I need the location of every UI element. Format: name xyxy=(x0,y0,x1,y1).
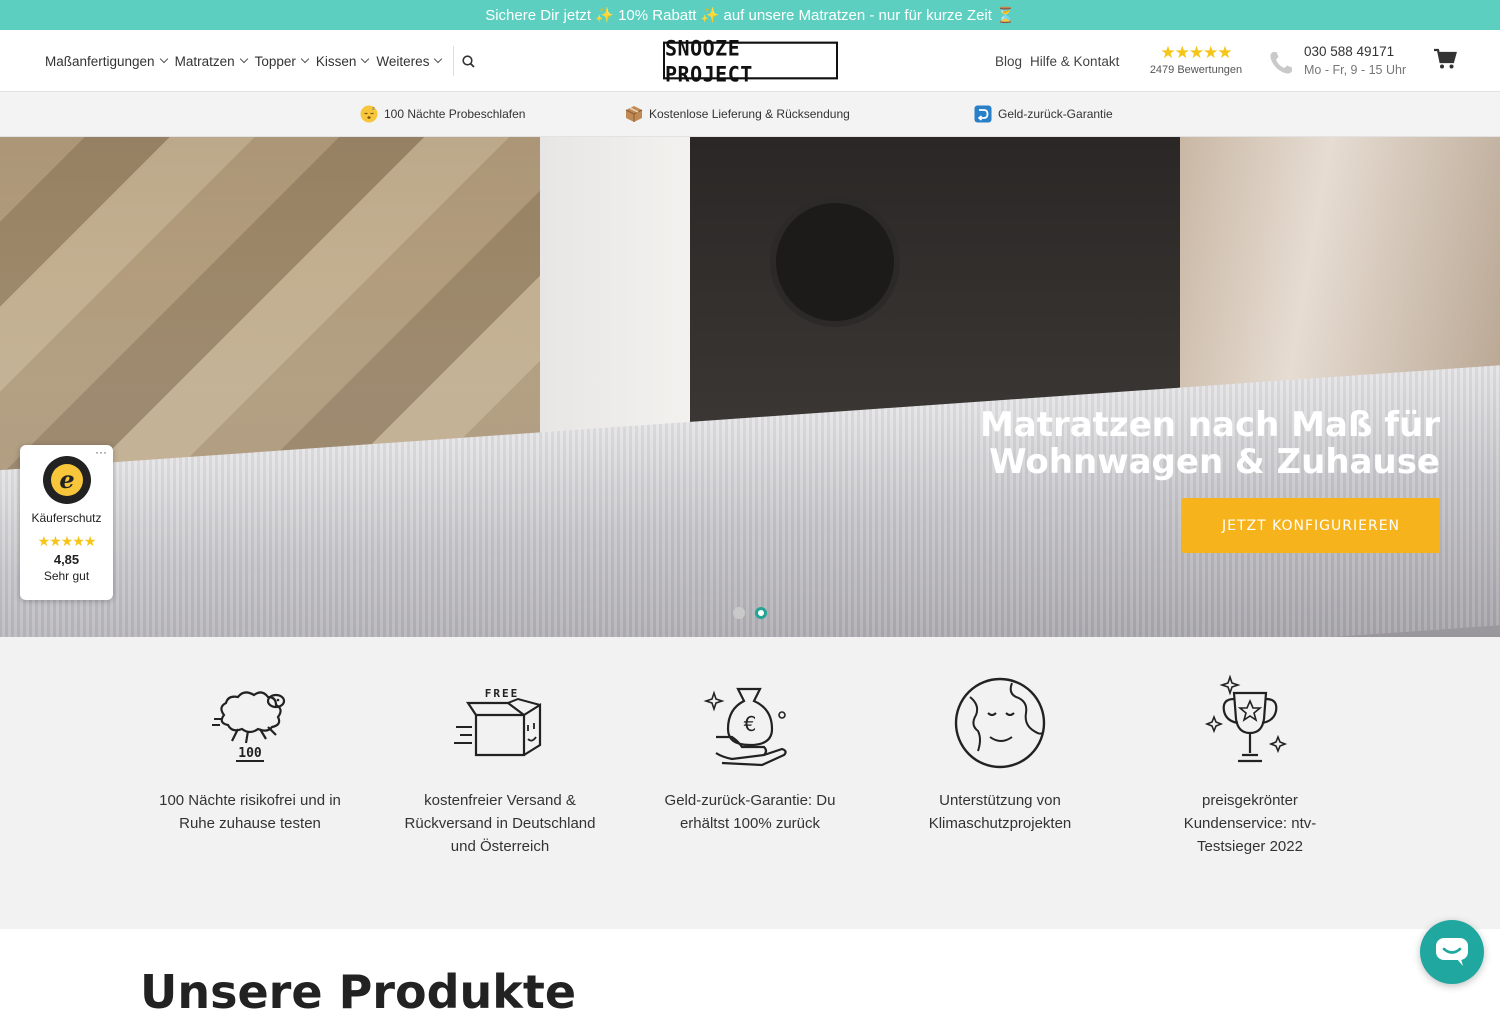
phone-hours: Mo - Fr, 9 - 15 Uhr xyxy=(1304,63,1407,77)
svg-text:€: € xyxy=(744,712,757,736)
header-links: Blog Hilfe & Kontakt xyxy=(995,30,1127,92)
badge-stars: ★★★★★ xyxy=(37,533,97,549)
badge-score: 4,85 xyxy=(53,552,80,567)
phone-icon xyxy=(1268,50,1294,76)
free-box-icon: FREE xyxy=(454,687,542,757)
usp-label: Kostenlose Lieferung & Rücksendung xyxy=(649,107,850,121)
hero-slider[interactable]: Matratzen nach Maß für Wohnwagen & Zuhau… xyxy=(0,137,1500,637)
nav-divider xyxy=(453,46,455,76)
chevron-down-icon xyxy=(159,54,168,64)
configure-button-label: JETZT KONFIGURIEREN xyxy=(1221,517,1401,534)
package-icon xyxy=(625,105,643,123)
feature-text: Geld-zurück-Garantie: Du erhältst 100% z… xyxy=(664,792,836,832)
usp-bar: z 100 Nächte Probeschlafen Kostenlose Li… xyxy=(0,92,1500,137)
configure-button[interactable]: JETZT KONFIGURIEREN xyxy=(1182,498,1440,553)
nav-label: Topper xyxy=(254,53,296,69)
rating-stars: ★★★★★ xyxy=(1160,43,1232,63)
money-back-icon xyxy=(974,105,992,123)
svg-text:z: z xyxy=(372,106,375,112)
search-icon[interactable] xyxy=(460,53,476,69)
help-contact-link[interactable]: Hilfe & Kontakt xyxy=(1030,54,1119,69)
hero-title-line1: Matratzen nach Maß für xyxy=(979,405,1440,445)
feature-item: Unterstützung von Klimaschutzprojekten xyxy=(900,675,1100,835)
products-heading: Unsere Produkte xyxy=(140,965,577,1019)
phone-number: 030 588 49171 xyxy=(1304,44,1395,59)
feature-item: € Geld-zurück-Garantie: Du erhältst 100%… xyxy=(650,675,850,835)
nav-item-weiteres[interactable]: Weiteres xyxy=(376,53,443,69)
trusted-shops-seal-icon: e xyxy=(42,455,92,505)
feature-text: preisgekrönter Kundenservice: ntv-Testsi… xyxy=(1183,792,1317,855)
feature-item: FREE kostenfreier Versand & Rückversand … xyxy=(400,675,600,858)
chat-button[interactable] xyxy=(1420,920,1484,984)
nav-item-matratzen[interactable]: Matratzen xyxy=(174,53,248,69)
usp-item: Geld-zurück-Garantie xyxy=(974,105,1113,123)
chevron-down-icon xyxy=(239,54,248,64)
promo-bar[interactable]: Sichere Dir jetzt ✨ 10% Rabatt ✨ auf uns… xyxy=(0,0,1500,30)
badge-label: Käuferschutz xyxy=(31,511,102,525)
slider-dot-2[interactable] xyxy=(755,607,767,619)
nav-label: Matratzen xyxy=(174,53,235,69)
feature-text: kostenfreier Versand & Rückversand in De… xyxy=(404,792,596,855)
svg-text:e: e xyxy=(59,465,74,494)
site-logo[interactable]: SNOOZE PROJECT xyxy=(663,35,838,86)
cart-icon[interactable] xyxy=(1433,48,1457,70)
nav-label: Weiteres xyxy=(376,53,430,69)
usp-label: 100 Nächte Probeschlafen xyxy=(384,107,526,121)
hero-image-vent xyxy=(770,197,900,327)
usp-item: z 100 Nächte Probeschlafen xyxy=(360,105,525,123)
features-section: 100 100 Nächte risikofrei und in Ruhe zu… xyxy=(0,637,1500,929)
feature-text: Unterstützung von Klimaschutzprojekten xyxy=(928,792,1072,832)
globe-icon xyxy=(954,677,1046,769)
nav-item-topper[interactable]: Topper xyxy=(254,53,310,69)
feature-item: 100 100 Nächte risikofrei und in Ruhe zu… xyxy=(150,675,350,835)
chat-bubble-icon xyxy=(1436,938,1468,966)
money-bag-icon: € xyxy=(703,687,787,767)
svg-text:100: 100 xyxy=(238,746,262,761)
rating-count: 2479 Bewertungen xyxy=(1149,64,1243,76)
nav-label: Maßanfertigungen xyxy=(45,53,155,69)
nav-label: Kissen xyxy=(315,53,357,69)
trophy-icon xyxy=(1204,675,1288,763)
main-nav: Maßanfertigungen Matratzen Topper Kissen… xyxy=(45,30,476,92)
badge-more-icon[interactable]: ··· xyxy=(95,445,107,459)
usp-item: Kostenlose Lieferung & Rücksendung xyxy=(625,105,850,123)
sheep-icon: 100 xyxy=(212,691,286,762)
hero-title-line2: Wohnwagen & Zuhause xyxy=(989,442,1440,482)
chevron-down-icon xyxy=(434,54,443,64)
hero-image-panel xyxy=(540,137,710,467)
svg-text:FREE: FREE xyxy=(485,687,520,700)
chevron-down-icon xyxy=(300,54,310,64)
sleep-emoji-icon: z xyxy=(360,105,378,123)
blog-link[interactable]: Blog xyxy=(995,54,1022,69)
slider-dots xyxy=(733,607,777,619)
site-header: Maßanfertigungen Matratzen Topper Kissen… xyxy=(0,30,1500,92)
logo-text: SNOOZE PROJECT xyxy=(665,34,753,87)
promo-text: Sichere Dir jetzt ✨ 10% Rabatt ✨ auf uns… xyxy=(485,7,1015,24)
phone-contact[interactable]: 030 588 49171 Mo - Fr, 9 - 15 Uhr xyxy=(1304,44,1406,77)
slider-dot-1[interactable] xyxy=(733,607,745,619)
chevron-down-icon xyxy=(361,54,370,64)
usp-label: Geld-zurück-Garantie xyxy=(998,107,1113,121)
trusted-shops-badge[interactable]: ··· e Käuferschutz ★★★★★ 4,85 Sehr gut xyxy=(20,445,113,600)
reviews-rating[interactable]: ★★★★★ 2479 Bewertungen xyxy=(1145,44,1247,76)
nav-item-massanfertigungen[interactable]: Maßanfertigungen xyxy=(45,53,168,69)
nav-item-kissen[interactable]: Kissen xyxy=(315,53,370,69)
badge-grade: Sehr gut xyxy=(43,569,90,583)
hero-title: Matratzen nach Maß für Wohnwagen & Zuhau… xyxy=(980,407,1440,481)
feature-item: preisgekrönter Kundenservice: ntv-Testsi… xyxy=(1150,675,1350,858)
feature-text: 100 Nächte risikofrei und in Ruhe zuhaus… xyxy=(159,792,341,832)
